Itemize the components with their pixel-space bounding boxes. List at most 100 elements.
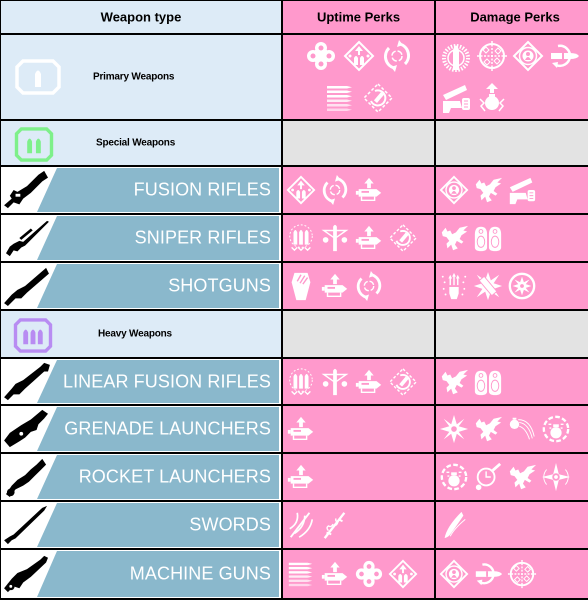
linear-fusion-rifle-icon <box>4 362 50 401</box>
damage-perk-list <box>436 406 588 452</box>
damage-perk-list <box>436 215 588 261</box>
circle-grenade-icon <box>541 414 571 444</box>
shell-explosion-icon <box>473 271 503 301</box>
header-damage-perks: Damage Perks <box>436 1 588 35</box>
weapon-type-grenade-launchers: GRENADE LAUNCHERS <box>1 406 283 454</box>
crosshair-diamonds-icon <box>507 559 537 589</box>
ammo-bars-icon <box>286 559 316 589</box>
uptime-perk-list <box>283 263 434 309</box>
uptime-perks-cell <box>283 167 436 215</box>
damage-perks-cell <box>436 167 588 215</box>
uptime-perk-list <box>283 406 434 452</box>
bullets-crosshair-icon <box>286 367 316 397</box>
circle-burst-icon <box>507 271 537 301</box>
uptime-perks-cell <box>283 215 436 263</box>
dragon-icon <box>507 462 537 492</box>
category-label: Primary Weapons <box>93 71 175 83</box>
uptime-perk-list <box>283 167 434 213</box>
blade-wave-icon <box>439 510 469 540</box>
shotgun-icon <box>4 267 49 307</box>
grenade-launcher-icon <box>4 409 49 448</box>
sword-vine-icon <box>320 510 350 540</box>
mag-arrow-icon <box>286 462 316 492</box>
target-silhouettes-icon <box>473 223 503 253</box>
dragon-icon <box>473 414 503 444</box>
damage-perks-cell <box>436 406 588 454</box>
diamond-bullets-arrow-icon <box>388 559 418 589</box>
damage-perks-cell <box>436 215 588 263</box>
ammo-bars-icon <box>324 82 356 114</box>
weapon-type-machine-guns: MACHINE GUNS <box>1 550 283 600</box>
weapon-name: GRENADE LAUNCHERS <box>64 418 271 439</box>
uptime-perks-cell <box>283 35 436 121</box>
bullets-crosshair-icon <box>286 223 316 253</box>
gun-hand-icon <box>507 175 537 205</box>
uptime-perk-list <box>283 215 434 261</box>
mag-arrow-icon <box>320 559 350 589</box>
weapon-perks-table: Weapon type Uptime Perks Damage Perks Pr… <box>0 0 588 600</box>
coffin-claw-icon <box>286 271 316 301</box>
weapon-name: FUSION RIFLES <box>133 179 271 200</box>
uptime-perks-cell <box>283 454 436 502</box>
bullet-sunburst-icon <box>440 40 472 72</box>
damage-perks-cell-empty <box>436 121 588 167</box>
mag-arrow-icon <box>354 367 384 397</box>
diamond-bullets-arrow-icon <box>343 40 375 72</box>
fist-burst-icon <box>439 271 469 301</box>
circle-grenade-icon <box>439 462 469 492</box>
mag-arrow-icon <box>354 223 384 253</box>
special-ammo-icon <box>14 127 54 162</box>
circular-arrows-icon <box>381 40 413 72</box>
star-burst-icon <box>439 414 469 444</box>
fusion-rifle-icon <box>4 170 49 209</box>
diamond-circle-arrow-icon <box>362 82 394 114</box>
category-special-weapons: Special Weapons <box>1 121 283 167</box>
four-circles-icon <box>305 40 337 72</box>
uptime-perk-list <box>283 502 434 548</box>
uptime-perks-cell-empty <box>283 311 436 359</box>
weapon-name: ROCKET LAUNCHERS <box>78 466 271 487</box>
comet-icon <box>507 414 537 444</box>
uptime-perks-cell <box>283 550 436 600</box>
diamond-target-icon <box>512 40 544 72</box>
weapon-type-rocket-launchers: ROCKET LAUNCHERS <box>1 454 283 502</box>
uptime-perks-cell <box>283 359 436 406</box>
uptime-perk-list <box>283 550 434 598</box>
weapon-name: SHOTGUNS <box>168 275 271 296</box>
sword-icon <box>4 505 48 545</box>
weapon-type-linear-fusion-rifles: LINEAR FUSION RIFLES <box>1 359 283 406</box>
damage-perk-list <box>436 35 588 119</box>
damage-perks-cell-empty <box>436 311 588 359</box>
bullet-circle-arrow-icon <box>548 40 580 72</box>
category-label: Heavy Weapons <box>98 328 172 340</box>
slash-claws-icon <box>286 510 316 540</box>
primary-ammo-icon <box>15 59 61 95</box>
machine-gun-icon <box>4 555 49 593</box>
uptime-perk-list <box>300 35 418 119</box>
timer-bomb-icon <box>473 462 503 492</box>
dragon-icon <box>439 367 469 397</box>
mag-arrow-icon <box>354 175 384 205</box>
crosshair-diamonds-icon <box>476 40 508 72</box>
damage-perk-list <box>436 502 588 548</box>
damage-perk-list <box>436 167 588 213</box>
weapon-type-fusion-rifles: FUSION RIFLES <box>1 167 283 215</box>
weapon-name: SWORDS <box>189 514 271 535</box>
header-weapon-type: Weapon type <box>1 1 283 35</box>
diamond-target-icon <box>439 175 469 205</box>
uptime-perk-list <box>283 454 434 500</box>
weapon-name: LINEAR FUSION RIFLES <box>62 371 271 391</box>
damage-perk-list <box>436 359 588 404</box>
mag-arrow-icon <box>320 271 350 301</box>
damage-perks-cell <box>436 359 588 406</box>
mag-arrow-icon <box>286 414 316 444</box>
damage-perk-list <box>436 263 588 309</box>
dragon-icon <box>439 223 469 253</box>
dragon-icon <box>473 175 503 205</box>
bullet-tee-icon <box>320 367 350 397</box>
header-weapon-type-label: Weapon type <box>100 9 182 25</box>
category-heavy-weapons: Heavy Weapons <box>1 311 283 359</box>
uptime-perks-cell-empty <box>283 121 436 167</box>
weapon-type-shotguns: SHOTGUNS <box>1 263 283 311</box>
rocket-launcher-icon <box>6 458 47 498</box>
